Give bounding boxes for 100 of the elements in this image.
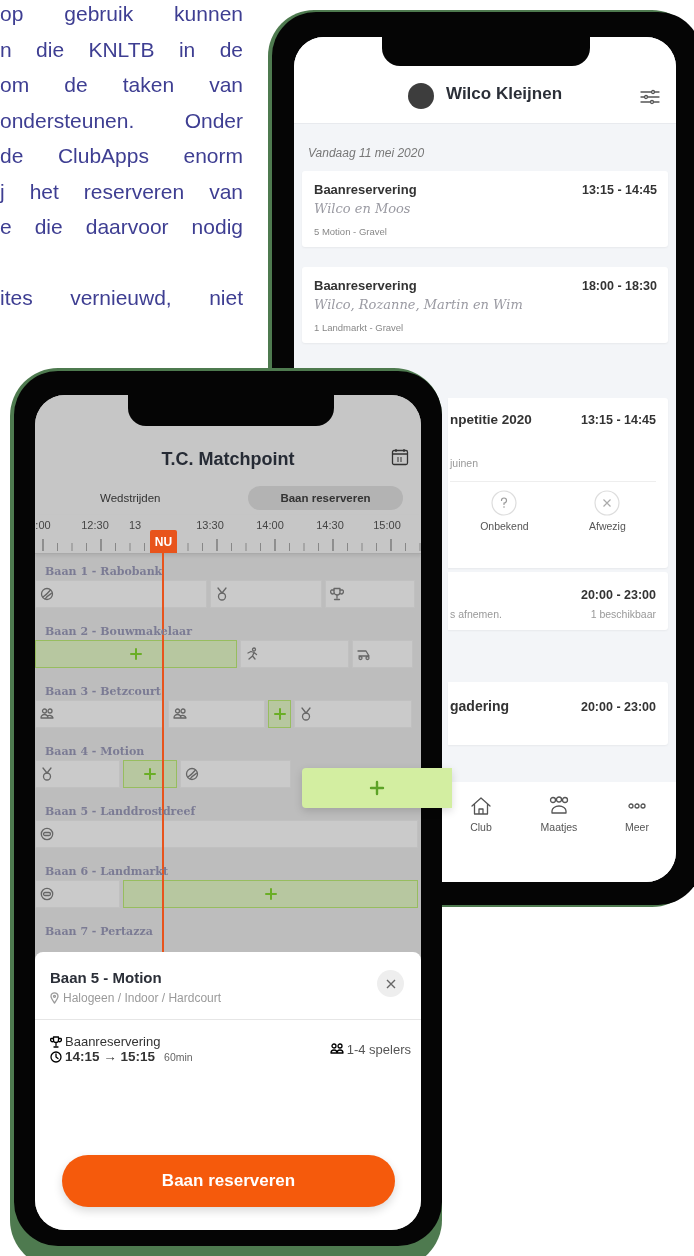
player-names: Wilco, Rozanne, Martin en Wim [314, 297, 524, 312]
time-tick-label: 15:00 [373, 519, 401, 531]
event-card[interactable]: gadering 20:00 - 23:00 [448, 682, 668, 745]
ball-icon [40, 587, 54, 601]
text-line: op gebruik kunnen [0, 1, 243, 27]
closed-icon [40, 887, 54, 901]
booked-slot[interactable] [210, 580, 322, 608]
player-count: 1-4 spelers [346, 1041, 411, 1057]
booked-slot[interactable] [35, 580, 207, 608]
time-tick-label: 13 [128, 519, 142, 531]
closed-icon [40, 827, 54, 841]
trophy-icon [330, 587, 344, 601]
people-icon [329, 1043, 344, 1055]
event-title: npetitie 2020 [450, 412, 532, 427]
filter-icon[interactable] [640, 89, 660, 105]
people-icon [40, 707, 54, 721]
question-icon [491, 490, 518, 516]
court-name: Baan 4 - Motion [45, 745, 145, 760]
plus-icon [143, 767, 157, 781]
event-card[interactable]: npetitie 2020 13:15 - 14:45 juinen Onbekend Afwezig [448, 398, 668, 568]
date-heading: Vandaag 11 mei 2020 [307, 146, 426, 160]
court-info: 5 Motion - Gravel [314, 226, 388, 237]
booked-slot[interactable] [352, 640, 413, 668]
text-line: ondersteunen. Onder [0, 107, 243, 134]
text-line: j het reserveren van [0, 178, 243, 205]
nav-tab[interactable]: Club [442, 782, 520, 882]
medal-icon [40, 767, 54, 781]
booked-slot[interactable] [35, 760, 120, 788]
booked-slot[interactable] [325, 580, 415, 608]
court-title: Baan 5 - Motion [50, 969, 162, 986]
time-range: 13:15 - 14:45 [581, 183, 657, 197]
time-range: 14:15 → 15:15 [65, 1049, 156, 1064]
court-info: 1 Landmarkt - Gravel [314, 322, 405, 333]
text-line: n die KNLTB in de [0, 36, 243, 63]
event-detail: s afnemen. [450, 608, 502, 620]
pin-icon [50, 992, 59, 1004]
people-icon [548, 796, 570, 816]
time-tick-label: :00 [35, 519, 51, 531]
event-card[interactable]: 20:00 - 23:00 s afnemen. 1 beschikbaar [448, 572, 668, 630]
cart-icon [357, 647, 371, 661]
trophy-icon [50, 1035, 62, 1048]
tab[interactable]: Wedstrijden [80, 486, 181, 510]
close-icon [385, 978, 396, 989]
time-tick-label: 14:30 [316, 519, 344, 531]
close-button[interactable] [377, 970, 404, 997]
response-button[interactable]: Onbekend [480, 490, 529, 532]
avatar-circle[interactable] [408, 83, 434, 109]
home-icon [470, 796, 492, 816]
reservation-card[interactable]: Baanreservering 18:00 - 18:30 Wilco, Rozanne, Martin en Wim 1 Landmarkt - Gravel [302, 267, 668, 343]
plus-icon [369, 780, 385, 796]
plus-icon [129, 647, 143, 661]
calendar-icon[interactable] [391, 448, 409, 466]
plus-icon [263, 887, 278, 901]
nav-tab[interactable]: Meer [598, 782, 676, 882]
clock-icon [50, 1050, 62, 1063]
booked-slot[interactable] [294, 700, 412, 728]
booked-slot[interactable] [35, 880, 120, 908]
event-detail: juinen [450, 457, 656, 482]
more-icon [628, 803, 646, 809]
card-title: Baanreservering [314, 278, 417, 293]
text-line: ites vernieuwd, niet [0, 285, 243, 311]
free-slot[interactable] [268, 700, 291, 728]
club-title: T.C. Matchpoint [160, 448, 296, 471]
people-icon [173, 707, 187, 721]
medal-icon [299, 707, 313, 721]
text-line: om de taken van [0, 72, 243, 98]
card-title: Baanreservering [314, 182, 417, 197]
tab[interactable]: Baan reserveren [248, 486, 403, 510]
player-names: Wilco en Moos [314, 201, 412, 216]
nav-tab[interactable]: Maatjes [520, 782, 598, 882]
plus-icon [272, 707, 287, 721]
booked-slot[interactable] [240, 640, 349, 668]
time-tick-label: 12:30 [81, 519, 109, 531]
time-tick-label: 13:30 [196, 519, 224, 531]
time-range: 13:15 - 14:45 [580, 413, 656, 427]
runner-icon [245, 647, 259, 661]
free-slot[interactable] [123, 760, 177, 788]
booked-slot[interactable] [168, 700, 265, 728]
ball-icon [185, 767, 199, 781]
event-title: gadering [450, 698, 510, 714]
time-range: 20:00 - 23:00 [580, 588, 656, 602]
cross-icon [594, 490, 621, 516]
time-range: 20:00 - 23:00 [580, 700, 656, 714]
medal-icon [215, 587, 229, 601]
duration-text: 60min [164, 1050, 193, 1063]
booked-slot[interactable] [180, 760, 291, 788]
text-line: e die daarvoor nodig [0, 214, 243, 240]
profile-name: Wilco Kleijnen [446, 84, 562, 104]
free-slot[interactable] [123, 880, 418, 908]
reservation-type: Baanreservering [65, 1034, 161, 1049]
time-tick-label: 14:00 [256, 519, 284, 531]
booked-slot[interactable] [35, 820, 418, 848]
reservation-card[interactable]: Baanreservering 13:15 - 14:45 Wilco en Moos 5 Motion - Gravel [302, 171, 668, 247]
text-line: de ClubApps enorm [0, 143, 243, 169]
booked-slot[interactable] [35, 700, 165, 728]
free-slot[interactable] [35, 640, 237, 668]
court-location: Halogeen / Indoor / Hardcourt [63, 991, 222, 1005]
availability-text: 1 beschikbaar [590, 608, 656, 620]
court-name: Baan 3 - Betzcourt [45, 685, 161, 700]
response-button[interactable]: Afwezig [589, 490, 626, 532]
